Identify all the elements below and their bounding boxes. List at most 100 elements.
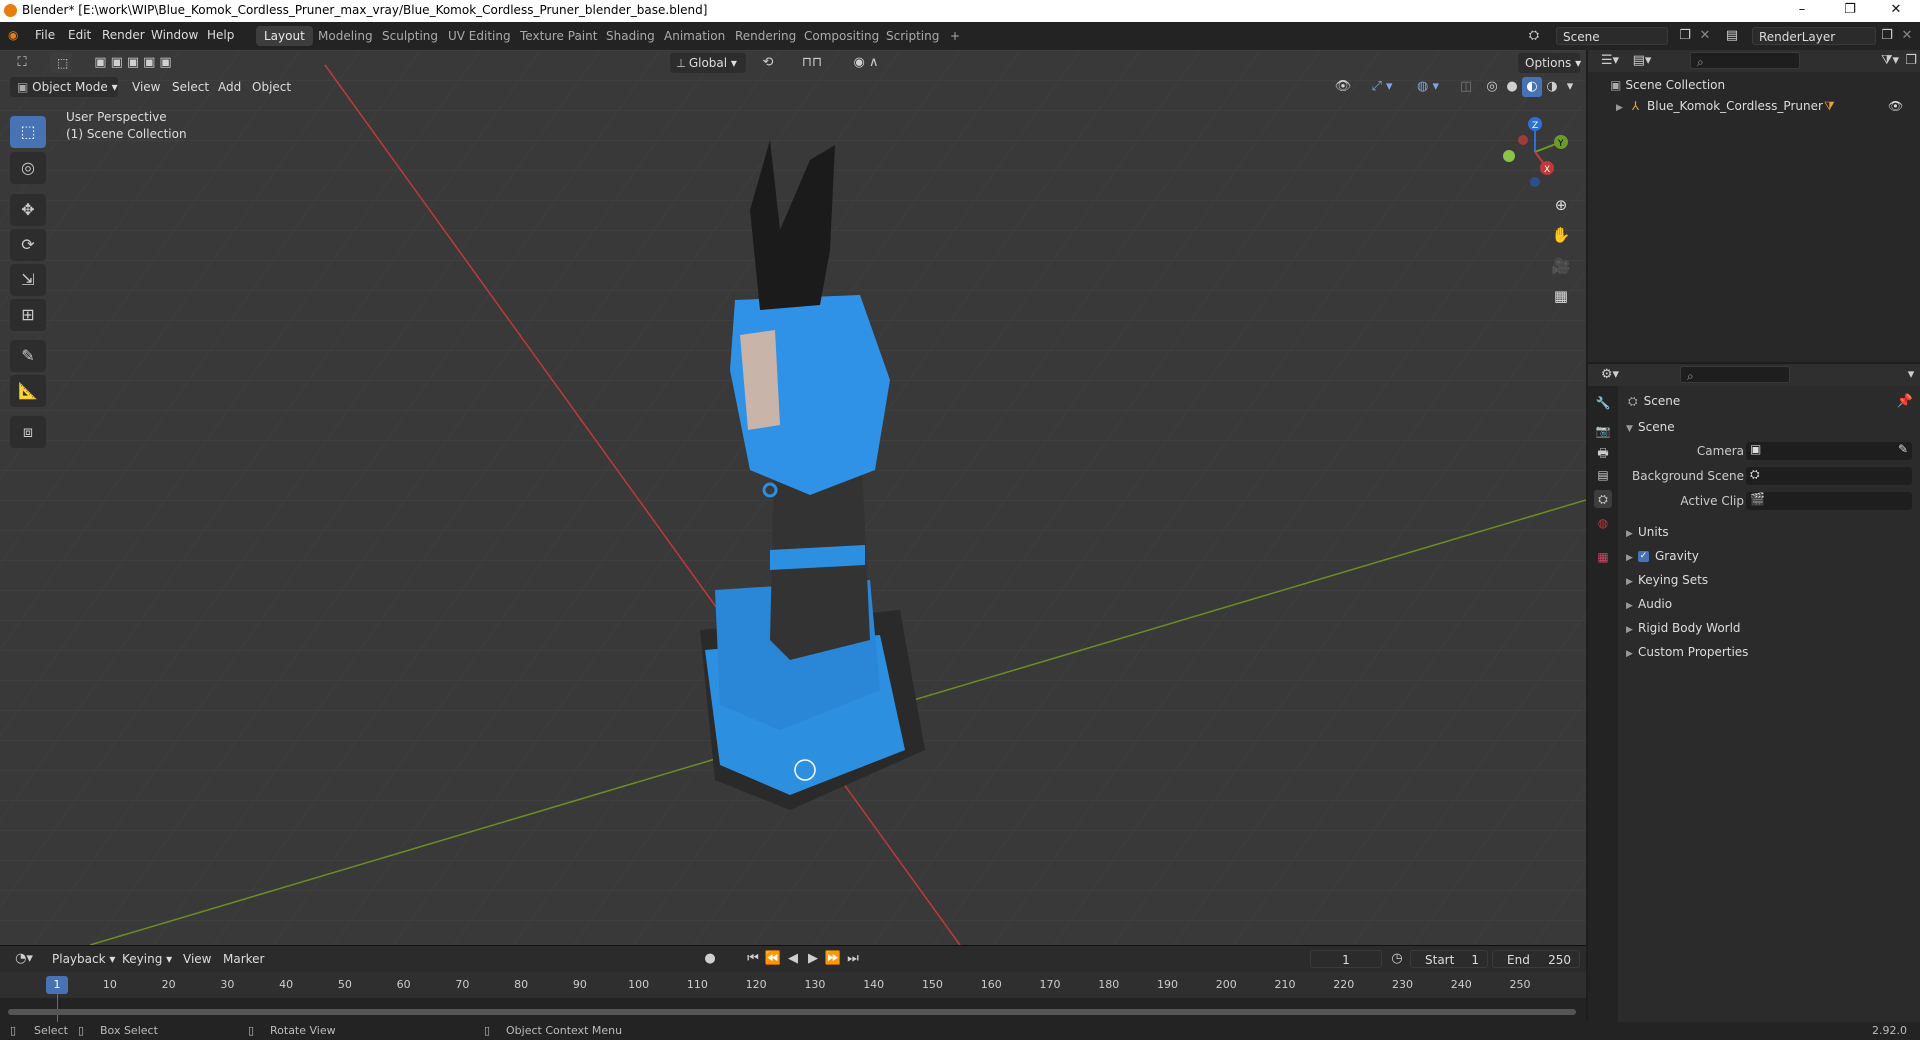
workspace-tab-texture-paint[interactable]: Texture Paint [512, 26, 605, 46]
scene-panel-header[interactable]: ▼ Scene [1626, 420, 1675, 434]
material-preview-icon[interactable]: ◐ [1522, 77, 1542, 97]
proportional-edit-icon[interactable]: ◉ ∧ [846, 53, 886, 73]
timeline-menu-keying[interactable]: Keying ▾ [122, 952, 172, 966]
timeline-editor-type-icon[interactable]: ◔▾ [10, 949, 38, 969]
pivot-point-icon[interactable]: ⟲ [754, 53, 782, 73]
menu-file[interactable]: File [35, 28, 55, 42]
eyedropper-icon[interactable]: ✎ [1898, 442, 1908, 456]
workspace-tab-compositing[interactable]: Compositing [796, 26, 887, 46]
delete-scene-icon[interactable]: ✕ [1696, 26, 1714, 46]
workspace-tab-rendering[interactable]: Rendering [727, 26, 804, 46]
close-button[interactable]: ✕ [1876, 2, 1916, 17]
viewport-menu-view[interactable]: View [132, 80, 160, 94]
scene-selector[interactable]: Scene [1556, 27, 1668, 45]
camera-view-icon[interactable]: 🎥 [1548, 253, 1574, 279]
display-mode-icon[interactable]: ▤▾ [1628, 51, 1656, 71]
gizmo-toggle-icon[interactable]: ⤢ ▾ [1364, 77, 1400, 97]
start-frame-field[interactable]: Start 1 [1410, 950, 1488, 968]
blender-menu-icon[interactable]: ◉ [8, 28, 18, 42]
gravity-subpanel[interactable]: ▶ ✓ Gravity [1626, 549, 1699, 563]
rotate-tool-icon[interactable]: ⟳ [10, 229, 46, 261]
workspace-tab-modeling[interactable]: Modeling [310, 26, 381, 46]
visibility-icon[interactable]: 👁 [1330, 77, 1356, 97]
jump-prev-keyframe-icon[interactable]: ⏪ [764, 949, 782, 969]
scale-tool-icon[interactable]: ⇲ [10, 264, 46, 296]
pan-view-icon[interactable]: ✋ [1548, 222, 1574, 248]
keying-sets-subpanel[interactable]: ▶ Keying Sets [1626, 573, 1708, 587]
navigation-gizmo[interactable]: Z Y X [1495, 112, 1575, 192]
viewport-menu-add[interactable]: Add [218, 80, 241, 94]
new-view-layer-icon[interactable]: ❐ [1878, 26, 1896, 46]
expand-arrow-icon[interactable]: ▶ [1616, 103, 1628, 113]
wireframe-shading-icon[interactable]: ◎ [1482, 77, 1502, 97]
workspace-tab-sculpting[interactable]: Sculpting [374, 26, 446, 46]
view-layer-selector[interactable]: RenderLayer [1752, 27, 1876, 45]
workspace-tab-uv-editing[interactable]: UV Editing [440, 26, 519, 46]
record-keyframe-icon[interactable]: ● [700, 949, 720, 969]
properties-search-input[interactable]: ⌕ [1680, 366, 1790, 383]
new-collection-icon[interactable]: ❐ [1902, 51, 1920, 71]
cursor-tool-icon[interactable]: ◎ [10, 152, 46, 184]
overlays-icon[interactable]: ◍ ▾ [1410, 77, 1446, 97]
snap-icon[interactable]: ⊓⊓ [790, 53, 834, 73]
workspace-tab-animation[interactable]: Animation [656, 26, 733, 46]
maximize-button[interactable]: ❐ [1830, 2, 1870, 17]
move-tool-icon[interactable]: ✥ [10, 194, 46, 226]
menu-edit[interactable]: Edit [68, 28, 91, 42]
view-layer-tab-icon[interactable]: ▤ [1594, 466, 1612, 484]
minimize-button[interactable]: – [1782, 2, 1822, 17]
custom-properties-subpanel[interactable]: ▶ Custom Properties [1626, 645, 1748, 659]
clock-icon[interactable]: ◷ [1388, 949, 1406, 969]
gizmo-neg-x-axis[interactable] [1518, 135, 1528, 145]
menu-render[interactable]: Render [102, 28, 145, 42]
jump-next-keyframe-icon[interactable]: ⏩ [824, 949, 842, 969]
background-scene-field[interactable]: ⛭ [1746, 467, 1912, 485]
world-tab-icon[interactable]: ◍ [1594, 514, 1612, 532]
3d-viewport[interactable]: ⛶ ⬚ ▣▣▣▣▣ ⟂ Global ▾ ⟲ ⊓⊓ ◉ ∧ Options ▾ … [0, 50, 1586, 945]
add-workspace-button[interactable]: + [942, 26, 968, 46]
editor-type-icon[interactable]: ⛶ [10, 53, 34, 73]
jump-start-icon[interactable]: ⏮ [744, 949, 762, 969]
xray-icon[interactable]: ◫ [1456, 77, 1476, 97]
gizmo-neg-y-axis[interactable] [1503, 150, 1515, 162]
rendered-shading-icon[interactable]: ◑ [1542, 77, 1562, 97]
current-frame-field[interactable]: 1 [1310, 950, 1382, 968]
filter-icon[interactable]: ⧩▾ [1878, 51, 1902, 71]
menu-help[interactable]: Help [207, 28, 234, 42]
end-frame-field[interactable]: End 250 [1492, 950, 1580, 968]
active-clip-field[interactable]: 🎬 [1746, 492, 1912, 510]
render-tab-icon[interactable]: 📷 [1594, 422, 1612, 440]
outliner-editor-type-icon[interactable]: ☰▾ [1596, 51, 1624, 71]
timeline-ruler[interactable]: 1 10 20 30 40 50 60 70 80 90 100 110 120 130 140 150 160… [0, 972, 1586, 1022]
annotate-tool-icon[interactable]: ✎ [10, 340, 46, 372]
rigid-body-world-subpanel[interactable]: ▶ Rigid Body World [1626, 621, 1741, 635]
eye-icon[interactable]: 👁 [1888, 99, 1903, 113]
pin-icon[interactable]: 📌 [1896, 392, 1914, 412]
viewport-menu-object[interactable]: Object [252, 80, 291, 94]
menu-window[interactable]: Window [151, 28, 198, 42]
outliner-search-input[interactable]: ⌕ [1690, 52, 1800, 69]
camera-field[interactable]: ▣ ✎ [1746, 442, 1912, 460]
outliner-scene-collection[interactable]: ▣ Scene Collection [1610, 78, 1725, 92]
workspace-tab-shading[interactable]: Shading [598, 26, 663, 46]
solid-shading-icon[interactable]: ● [1502, 77, 1522, 97]
scene-tab-icon[interactable]: ⛭ [1594, 490, 1612, 508]
audio-subpanel[interactable]: ▶ Audio [1626, 597, 1672, 611]
outliner-item-pruner[interactable]: ▶ ⅄ Blue_Komok_Cordless_Pruner ⧩ 👁 [1616, 99, 1916, 113]
properties-options-icon[interactable]: ▾ [1902, 365, 1920, 385]
transform-tool-icon[interactable]: ⊞ [10, 299, 46, 331]
add-cube-tool-icon[interactable]: ⧈ [10, 416, 46, 448]
select-mode-icon[interactable]: ⬚ [50, 53, 72, 73]
perspective-toggle-icon[interactable]: ▦ [1548, 283, 1574, 309]
units-subpanel[interactable]: ▶ Units [1626, 525, 1669, 539]
timeline-menu-marker[interactable]: Marker [223, 952, 264, 966]
zoom-view-icon[interactable]: ⊕ [1548, 192, 1574, 218]
output-tab-icon[interactable]: 🖶 [1594, 444, 1612, 462]
properties-editor-type-icon[interactable]: ⚙▾ [1596, 365, 1624, 385]
delete-view-layer-icon[interactable]: ✕ [1898, 26, 1916, 46]
timeline-menu-view[interactable]: View [183, 952, 211, 966]
play-icon[interactable]: ▶ [804, 949, 822, 969]
new-scene-icon[interactable]: ❐ [1676, 26, 1694, 46]
workspace-tab-scripting[interactable]: Scripting [878, 26, 947, 46]
shading-options-icon[interactable]: ▾ [1562, 77, 1578, 97]
